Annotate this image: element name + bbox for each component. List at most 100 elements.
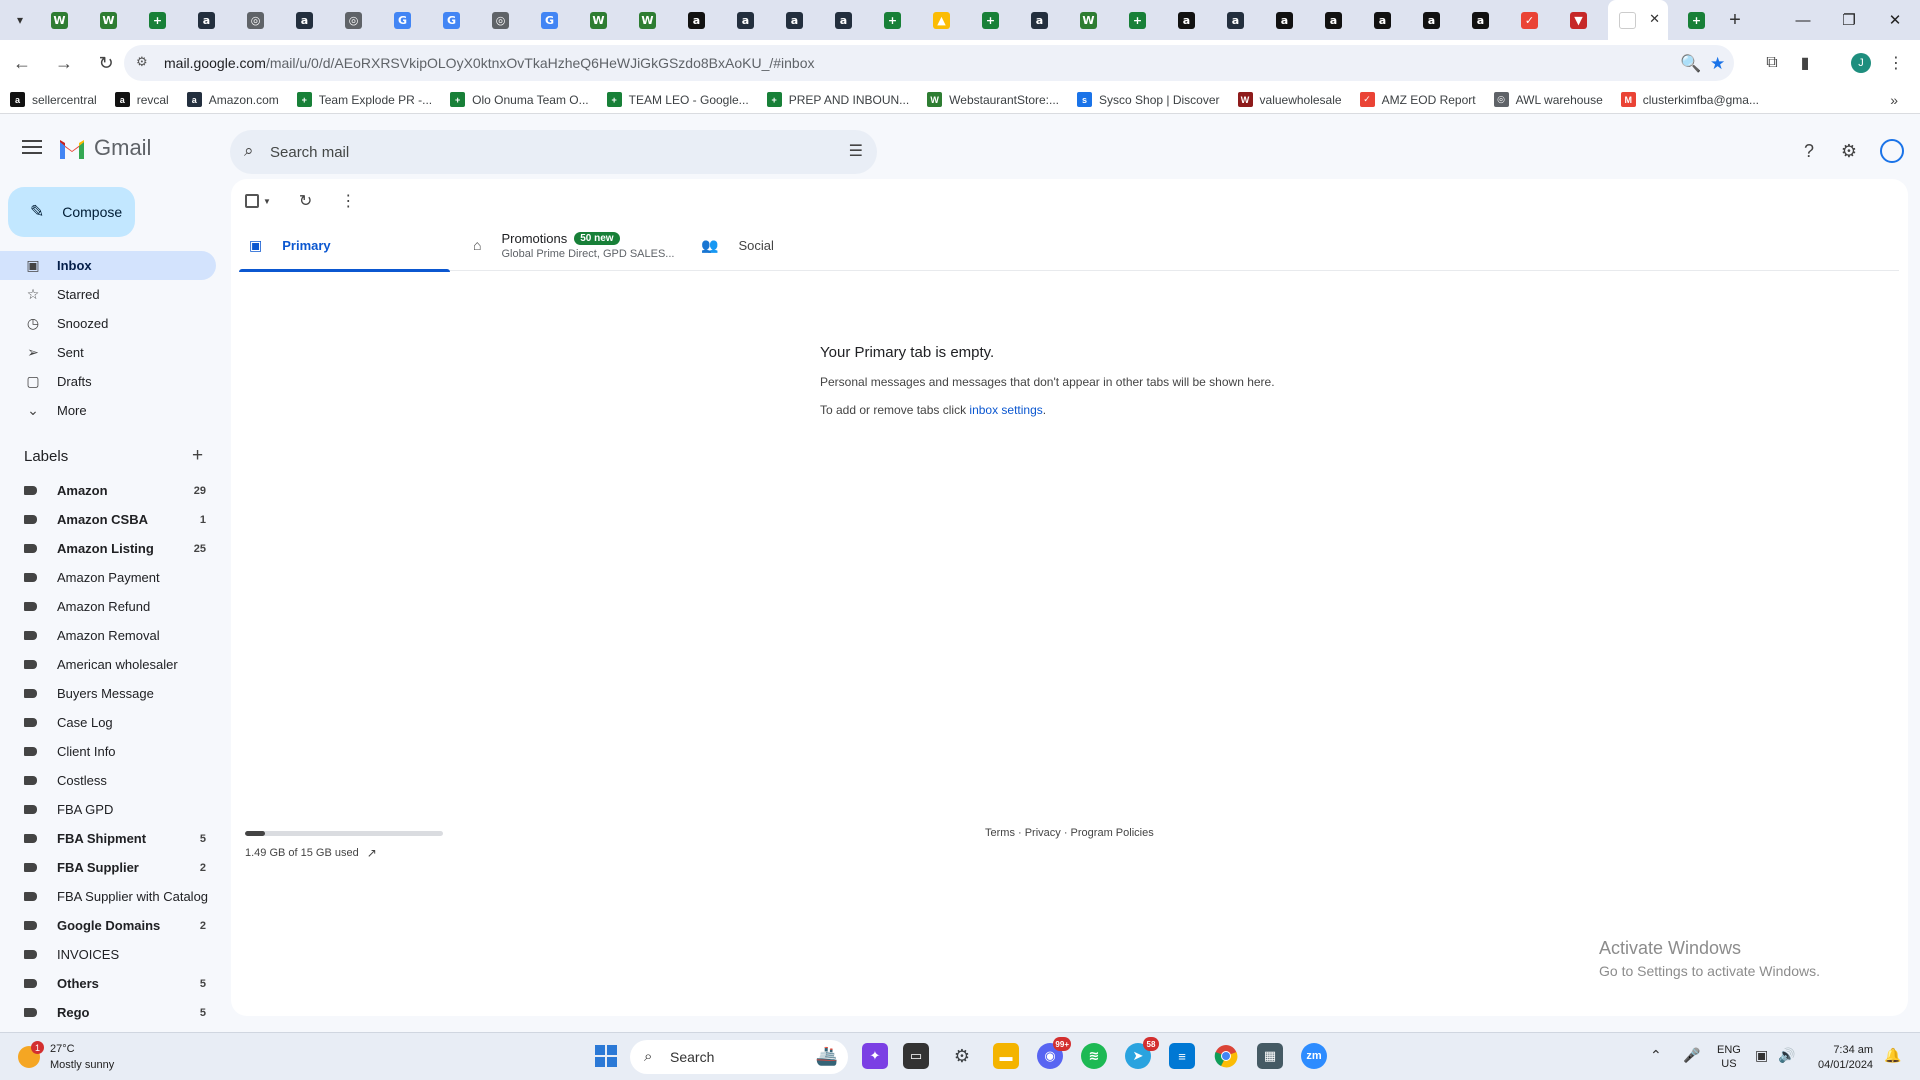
bookmark-item[interactable]: + Team Explode PR -... bbox=[296, 92, 432, 107]
label-item[interactable]: Others 5 bbox=[0, 969, 216, 998]
open-storage-icon[interactable]: ↗ bbox=[367, 846, 377, 860]
browser-tab[interactable]: a bbox=[1265, 0, 1314, 40]
label-item[interactable]: Amazon Refund bbox=[0, 592, 216, 621]
bookmark-item[interactable]: ◎ AWL warehouse bbox=[1493, 92, 1603, 107]
nav-item-snoozed[interactable]: ◷ Snoozed bbox=[0, 309, 216, 338]
browser-tab[interactable]: W bbox=[1069, 0, 1118, 40]
browser-tab[interactable]: ▲ bbox=[922, 0, 971, 40]
volume-icon[interactable]: 🔊 bbox=[1778, 1047, 1795, 1064]
label-item[interactable]: FBA Supplier with Catalog bbox=[0, 882, 216, 911]
spotify-icon[interactable]: ≋ bbox=[1081, 1043, 1107, 1069]
bookmark-item[interactable]: + PREP AND INBOUN... bbox=[766, 92, 909, 107]
compose-button[interactable]: ✎ Compose bbox=[8, 187, 135, 237]
tab-promotions[interactable]: ⌂ Promotions 50 new Global Prime Direct,… bbox=[473, 219, 683, 271]
search-icon[interactable]: ⌕ bbox=[244, 141, 254, 161]
browser-tab[interactable]: a bbox=[677, 0, 726, 40]
label-item[interactable]: Costless bbox=[0, 766, 216, 795]
browser-tab[interactable]: W bbox=[579, 0, 628, 40]
restore-icon[interactable]: ❐ bbox=[1826, 0, 1872, 40]
weather-widget[interactable]: 1 27°C Mostly sunny bbox=[18, 1041, 114, 1073]
browser-tab[interactable]: ◎ bbox=[236, 0, 285, 40]
zoom-app-icon[interactable]: zm bbox=[1301, 1043, 1327, 1069]
browser-tab[interactable]: ◎ bbox=[481, 0, 530, 40]
bookmark-item[interactable]: ✓ AMZ EOD Report bbox=[1359, 92, 1476, 107]
file-explorer-icon[interactable]: ▬ bbox=[993, 1043, 1019, 1069]
browser-tab[interactable]: + bbox=[971, 0, 1020, 40]
browser-menu-icon[interactable]: ⋮ bbox=[1884, 51, 1908, 75]
browser-tab[interactable]: + bbox=[873, 0, 922, 40]
browser-tab[interactable]: a bbox=[1314, 0, 1363, 40]
show-hidden-icons-icon[interactable]: ⌃ bbox=[1650, 1047, 1662, 1064]
browser-tab[interactable]: a bbox=[824, 0, 873, 40]
more-bookmarks-icon[interactable]: » bbox=[1890, 92, 1898, 108]
label-item[interactable]: Amazon 29 bbox=[0, 476, 216, 505]
bookmark-item[interactable]: Mclusterkimfba@gma... bbox=[1620, 92, 1759, 107]
browser-tab[interactable]: a bbox=[1412, 0, 1461, 40]
browser-tab[interactable]: + bbox=[1118, 0, 1167, 40]
nav-item-starred[interactable]: ☆ Starred bbox=[0, 280, 216, 309]
gmail-logo[interactable]: Gmail bbox=[58, 135, 151, 161]
refresh-icon[interactable]: ↻ bbox=[299, 191, 312, 211]
browser-tab[interactable]: G bbox=[432, 0, 481, 40]
settings-gear-icon[interactable]: ⚙ bbox=[1837, 139, 1861, 163]
add-label-icon[interactable]: + bbox=[192, 445, 203, 467]
browser-tab[interactable]: a bbox=[775, 0, 824, 40]
label-item[interactable]: Google Domains 2 bbox=[0, 911, 216, 940]
settings-app-icon[interactable]: ⚙ bbox=[949, 1043, 975, 1069]
taskbar-search[interactable]: ⌕ Search 🚢 bbox=[630, 1040, 848, 1074]
label-item[interactable]: Case Log bbox=[0, 708, 216, 737]
new-tab-button[interactable]: + bbox=[1717, 0, 1753, 40]
nav-item-drafts[interactable]: ▢ Drafts bbox=[0, 367, 216, 396]
account-avatar[interactable] bbox=[1880, 139, 1904, 163]
bookmark-item[interactable]: W WebstaurantStore:... bbox=[927, 92, 1059, 107]
browser-tab-active[interactable]: ✕ bbox=[1608, 0, 1668, 40]
label-item[interactable]: Client Info bbox=[0, 737, 216, 766]
language-indicator[interactable]: ENG US bbox=[1717, 1043, 1741, 1071]
profile-avatar[interactable]: J bbox=[1849, 51, 1873, 75]
label-item[interactable]: Amazon Listing 25 bbox=[0, 534, 216, 563]
browser-tab[interactable]: ✓ bbox=[1510, 0, 1559, 40]
bookmark-item[interactable]: s Sysco Shop | Discover bbox=[1077, 92, 1220, 107]
system-clock[interactable]: 7:34 am 04/01/2024 bbox=[1818, 1043, 1873, 1073]
copilot-icon[interactable]: ✦ bbox=[862, 1043, 888, 1069]
label-item[interactable]: Rego 5 bbox=[0, 998, 216, 1027]
browser-tab[interactable]: a bbox=[1461, 0, 1510, 40]
browser-tab[interactable]: W bbox=[40, 0, 89, 40]
footer-links[interactable]: Terms · Privacy · Program Policies bbox=[985, 827, 1154, 839]
close-tab-icon[interactable]: ✕ bbox=[1649, 11, 1660, 27]
browser-tab[interactable]: ◎ bbox=[334, 0, 383, 40]
browser-tab[interactable]: G bbox=[530, 0, 579, 40]
tab-search-icon[interactable]: ▾ bbox=[0, 0, 40, 40]
browser-tab[interactable]: + bbox=[1668, 0, 1717, 40]
notifications-bell-icon[interactable]: 🔔 bbox=[1884, 1047, 1901, 1064]
notepad-icon[interactable]: ≡ bbox=[1169, 1043, 1195, 1069]
label-item[interactable]: INVOICES bbox=[0, 940, 216, 969]
browser-tab[interactable]: a bbox=[1167, 0, 1216, 40]
bookmark-item[interactable]: a Amazon.com bbox=[186, 92, 279, 107]
telegram-icon[interactable]: ➤ 58 bbox=[1125, 1037, 1159, 1069]
help-icon[interactable]: ? bbox=[1797, 139, 1821, 163]
inbox-settings-link[interactable]: inbox settings bbox=[969, 403, 1042, 417]
label-item[interactable]: American wholesaler bbox=[0, 650, 216, 679]
browser-tab[interactable]: a bbox=[726, 0, 775, 40]
browser-tab[interactable]: + bbox=[138, 0, 187, 40]
label-item[interactable]: FBA GPD bbox=[0, 795, 216, 824]
label-item[interactable]: Amazon Removal bbox=[0, 621, 216, 650]
chrome-icon[interactable] bbox=[1213, 1043, 1239, 1069]
reload-icon[interactable]: ↻ bbox=[90, 47, 122, 79]
bookmark-item[interactable]: a revcal bbox=[114, 92, 169, 107]
bookmark-item[interactable]: + TEAM LEO - Google... bbox=[606, 92, 749, 107]
label-item[interactable]: Buyers Message bbox=[0, 679, 216, 708]
browser-tab[interactable]: G bbox=[383, 0, 432, 40]
browser-tab[interactable]: ▼ bbox=[1559, 0, 1608, 40]
address-bar[interactable]: ⚙ mail.google.com/mail/u/0/d/AEoRXRSVkip… bbox=[124, 45, 1734, 81]
extensions-icon[interactable]: ⧉ bbox=[1760, 51, 1784, 75]
bookmark-item[interactable]: + Olo Onuma Team O... bbox=[450, 92, 589, 107]
label-item[interactable]: FBA Shipment 5 bbox=[0, 824, 216, 853]
browser-tab[interactable]: W bbox=[89, 0, 138, 40]
browser-tab[interactable]: a bbox=[1363, 0, 1412, 40]
calculator-icon[interactable]: ▦ bbox=[1257, 1043, 1283, 1069]
zoom-icon[interactable]: 🔍 bbox=[1680, 54, 1701, 74]
select-all-checkbox[interactable] bbox=[245, 194, 259, 208]
back-icon[interactable]: ← bbox=[6, 47, 38, 79]
